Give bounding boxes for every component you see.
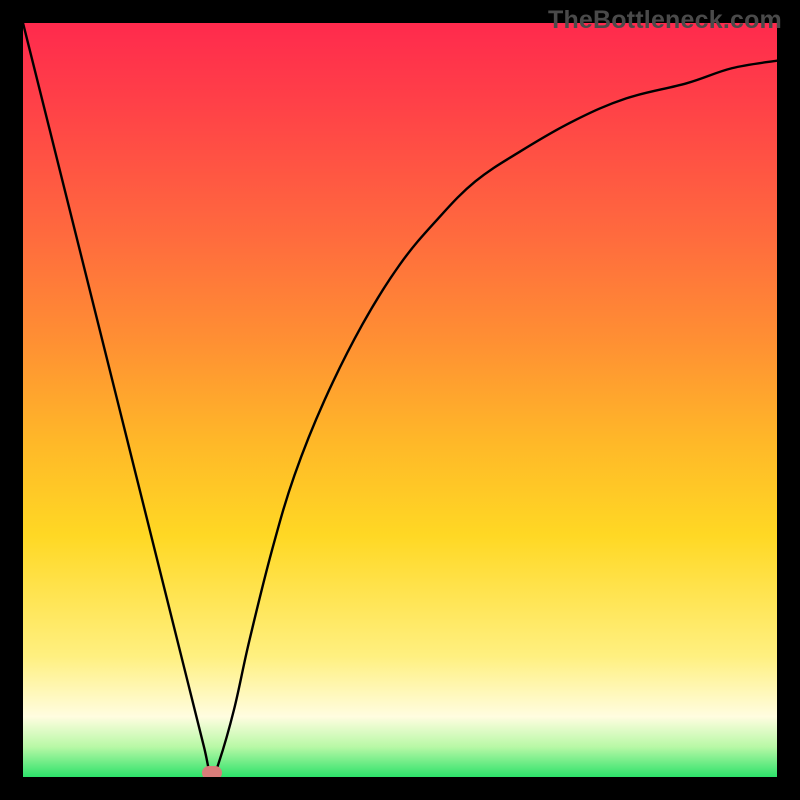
bottleneck-curve	[23, 23, 777, 777]
watermark-text: TheBottleneck.com	[548, 6, 782, 35]
plot-area	[23, 23, 777, 777]
optimal-point-marker	[202, 766, 222, 777]
chart-container: TheBottleneck.com	[0, 0, 800, 800]
